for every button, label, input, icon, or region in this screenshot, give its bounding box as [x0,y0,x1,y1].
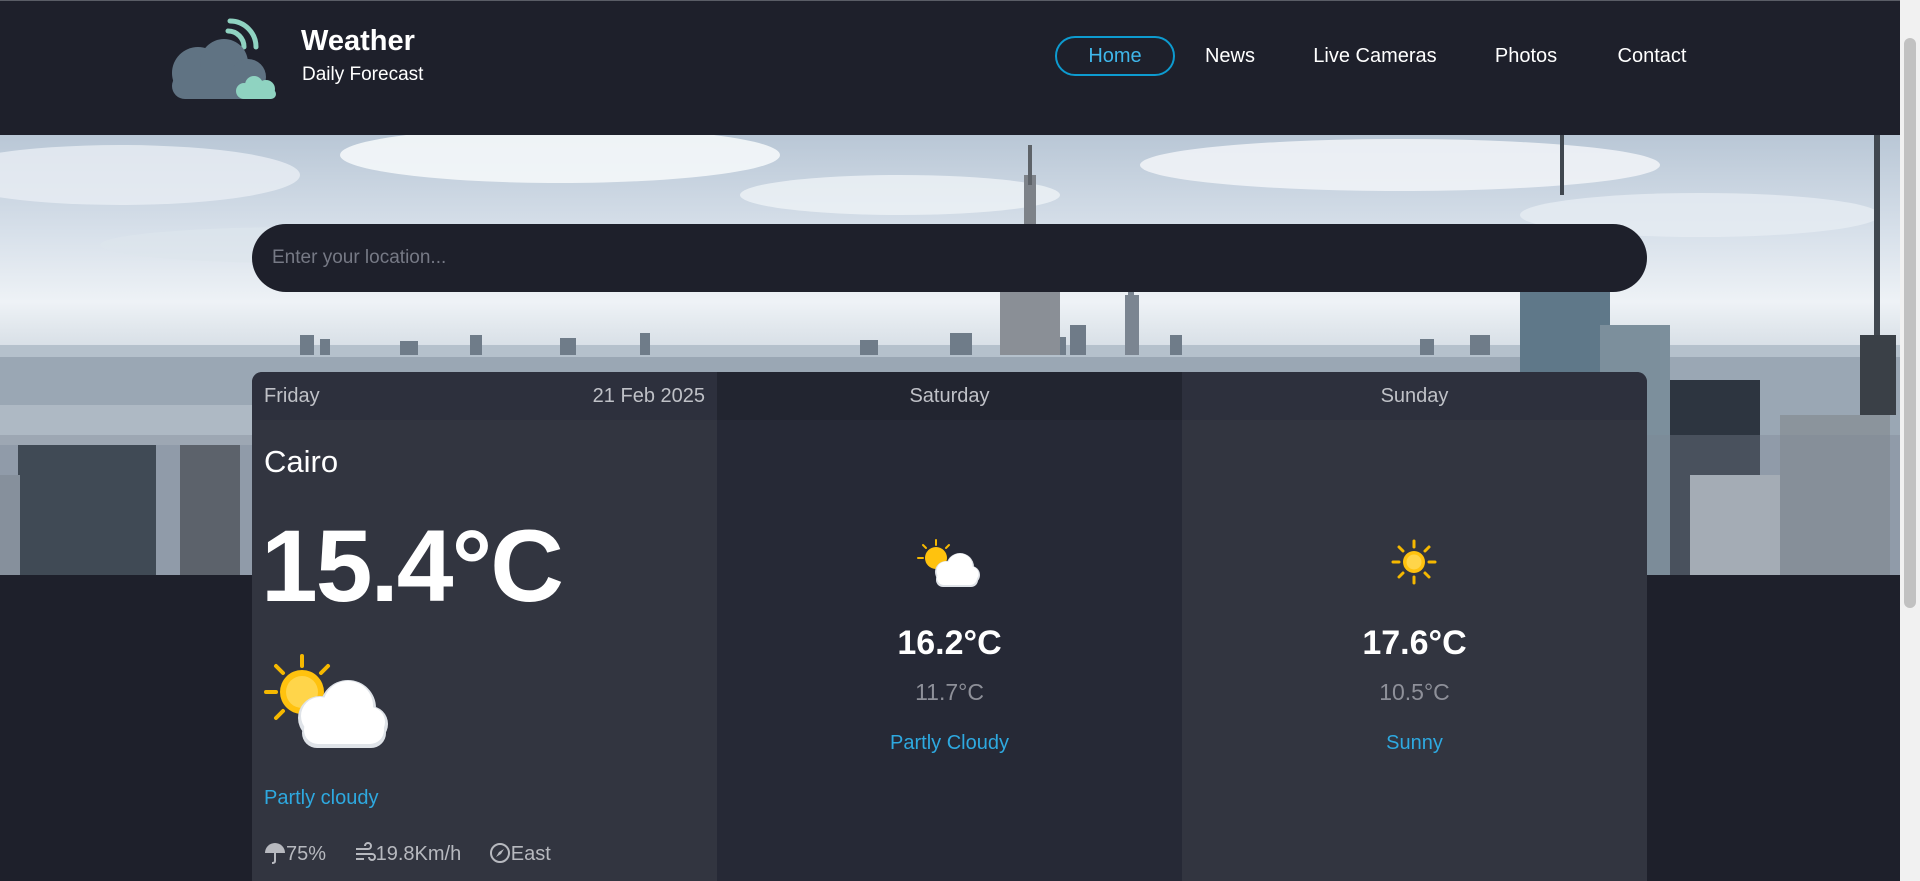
forecast-condition: Sunny [1386,732,1443,754]
forecast-card-saturday: Saturday 16.2°C 11.7°C Partly Cloudy [717,372,1182,881]
sunny-icon [1391,539,1437,585]
max-temperature: 16.2°C [897,624,1002,662]
cloud-signal-icon [172,18,276,99]
page-scrollbar[interactable] [1900,0,1920,881]
today-stats: 75% 19.8Km/h East [264,842,573,866]
navbar: Weather Daily Forecast Home News Live Ca… [0,1,1900,135]
wind-icon [355,842,376,861]
humidity-value: 75% [286,843,327,865]
location-search-input[interactable] [252,224,1647,292]
compass-icon [489,843,510,863]
brand-subtitle: Daily Forecast [302,64,424,85]
forecast-cards: Friday 21 Feb 2025 Cairo 15.4°C Partly c… [252,372,1647,881]
partly-cloudy-icon [917,539,980,587]
wind-direction-stat: East [489,842,551,866]
umbrella-icon [265,843,285,864]
nav-news[interactable]: News [1198,36,1262,76]
forecast-card-sunday: Sunday 17.6°C 10.5°C Sunny [1182,372,1647,881]
max-temperature: 17.6°C [1362,624,1467,662]
today-day: Friday [264,385,320,407]
today-condition: Partly cloudy [264,787,379,809]
min-temperature: 11.7°C [915,679,984,705]
partly-cloudy-icon [264,654,388,748]
forecast-card-header: Saturday [717,372,1182,420]
today-card-header: Friday 21 Feb 2025 [252,372,717,420]
min-temperature: 10.5°C [1379,679,1450,705]
humidity-stat: 75% [264,842,326,866]
nav-contact[interactable]: Contact [1612,36,1692,76]
nav-live-cameras[interactable]: Live Cameras [1310,36,1440,76]
forecast-day: Saturday [909,385,990,407]
city-name: Cairo [264,444,339,479]
nav-photos[interactable]: Photos [1488,36,1564,76]
today-date: 21 Feb 2025 [592,385,705,407]
forecast-card-header: Sunday [1182,372,1647,420]
wind-speed-stat: 19.8Km/h [354,842,462,866]
brand-title[interactable]: Weather [301,25,415,58]
wind-speed-value: 19.8Km/h [375,843,462,865]
wind-direction-value: East [510,843,551,865]
nav-home[interactable]: Home [1055,36,1175,76]
forecast-condition: Partly Cloudy [890,732,1009,754]
scrollbar-thumb[interactable] [1904,38,1916,608]
today-card: Friday 21 Feb 2025 Cairo 15.4°C Partly c… [252,372,717,881]
forecast-day: Sunday [1380,385,1449,407]
current-temperature: 15.4°C [261,509,564,623]
